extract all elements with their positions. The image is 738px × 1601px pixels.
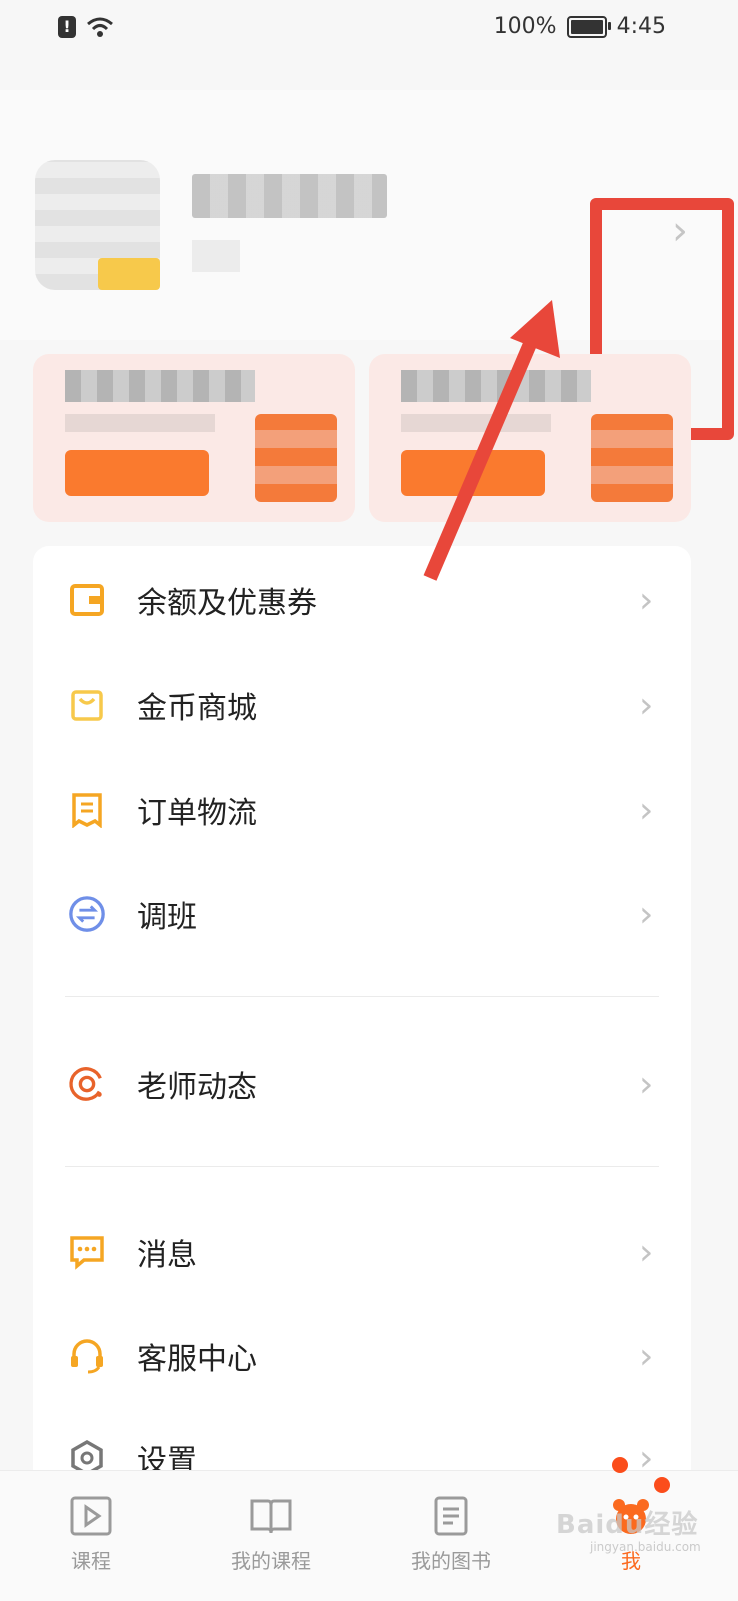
book-icon — [250, 1499, 292, 1534]
notification-dot — [612, 1457, 628, 1473]
play-icon — [70, 1496, 112, 1536]
tab-courses[interactable]: 课程 — [16, 1471, 166, 1573]
annotation-arrow — [423, 300, 560, 581]
tab-label: 课程 — [71, 1549, 111, 1573]
tab-label: 我的课程 — [231, 1549, 311, 1573]
tab-my-books[interactable]: 我的图书 — [376, 1471, 526, 1573]
document-icon — [434, 1496, 468, 1536]
tab-my-courses[interactable]: 我的课程 — [196, 1471, 346, 1573]
watermark-logo: Baidu经验 — [556, 1510, 699, 1540]
notification-dot — [654, 1477, 670, 1493]
tab-label: 我的图书 — [411, 1549, 491, 1573]
watermark-url: jingyan.baidu.com — [590, 1540, 701, 1554]
